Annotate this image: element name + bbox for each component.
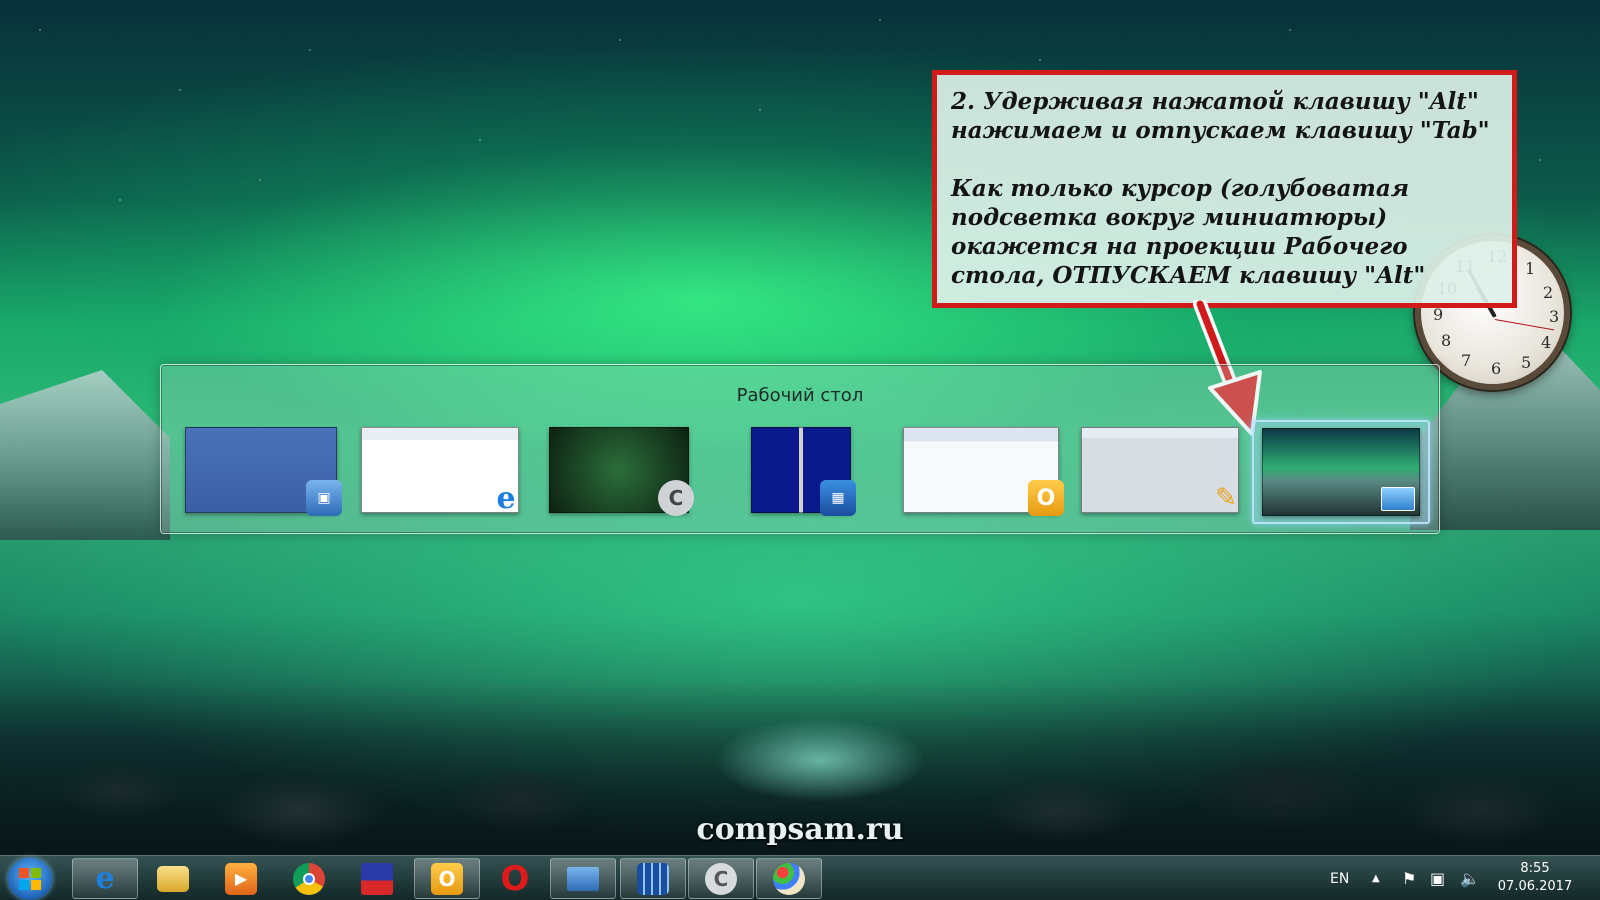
show-desktop-icon bbox=[1381, 487, 1415, 511]
thumbnail-remote-desktop-window[interactable]: ▣ bbox=[185, 427, 342, 516]
taskbar-button-media-player[interactable]: ▶ bbox=[208, 858, 274, 899]
taskbar: e ▶ O O C EN ▲ ⚑ ▣ 🔈 8:55 07.06.2017 bbox=[0, 855, 1600, 900]
taskbar-button-ccleaner[interactable]: C bbox=[688, 858, 754, 899]
clock-number: 7 bbox=[1461, 351, 1472, 370]
thumbnail-desktop-preview[interactable] bbox=[1262, 428, 1420, 516]
chrome-icon bbox=[293, 862, 325, 895]
volume-icon[interactable]: 🔈 bbox=[1460, 856, 1480, 900]
taskbar-button-opera[interactable]: O bbox=[482, 858, 548, 899]
file-manager-icon: ▦ bbox=[820, 480, 856, 516]
remote-desktop-icon: ▣ bbox=[306, 480, 342, 516]
clock-number: 8 bbox=[1441, 331, 1452, 350]
internet-explorer-icon: e bbox=[95, 861, 115, 896]
watermark-text: compsam.ru bbox=[696, 812, 904, 847]
action-center-flag-icon[interactable]: ⚑ bbox=[1402, 856, 1416, 900]
taskbar-time: 8:55 bbox=[1520, 861, 1550, 876]
taskbar-button-total-commander[interactable] bbox=[620, 858, 686, 899]
clock-number: 3 bbox=[1549, 307, 1560, 326]
snowy-mountain-left bbox=[0, 370, 170, 540]
thumbnail-internet-explorer-window[interactable]: e bbox=[361, 427, 519, 516]
language-indicator[interactable]: EN bbox=[1330, 856, 1349, 900]
remote-desktop-icon bbox=[567, 866, 599, 891]
callout-step-text: 2. Удерживая нажатой клавишу "Alt" нажим… bbox=[951, 88, 1490, 144]
paint-icon bbox=[773, 862, 805, 895]
taskbar-button-outlook[interactable]: O bbox=[414, 858, 480, 899]
file-manager-icon bbox=[637, 862, 669, 895]
media-player-icon: ▶ bbox=[225, 862, 257, 895]
folder-icon bbox=[157, 865, 189, 892]
taskbar-button-windows-explorer[interactable] bbox=[140, 858, 206, 899]
clock-number: 2 bbox=[1543, 283, 1554, 302]
taskbar-button-save-utility[interactable] bbox=[344, 858, 410, 899]
clock-second-hand bbox=[1494, 319, 1555, 331]
instruction-callout: 2. Удерживая нажатой клавишу "Alt" нажим… bbox=[932, 70, 1517, 308]
outlook-icon: O bbox=[431, 862, 463, 895]
thumbnail-outlook-window[interactable]: O bbox=[903, 427, 1064, 516]
network-icon[interactable]: ▣ bbox=[1430, 856, 1445, 900]
start-button[interactable] bbox=[8, 858, 52, 900]
thumbnail-ccleaner-window[interactable]: C bbox=[549, 427, 694, 516]
paint-icon: ✎ bbox=[1215, 483, 1237, 513]
opera-icon: O bbox=[500, 858, 530, 899]
outlook-icon: O bbox=[1028, 480, 1064, 516]
taskbar-clock[interactable]: 8:55 07.06.2017 bbox=[1490, 860, 1580, 896]
switcher-title: Рабочий стол bbox=[736, 385, 864, 406]
thumbnail-paint-window[interactable]: ✎ bbox=[1081, 427, 1239, 513]
clock-number: 1 bbox=[1525, 259, 1536, 278]
clock-number: 6 bbox=[1491, 359, 1502, 378]
floppy-disk-icon bbox=[361, 862, 393, 895]
taskbar-date: 07.06.2017 bbox=[1497, 879, 1573, 894]
taskbar-button-paint[interactable] bbox=[756, 858, 822, 899]
alt-tab-switcher: Рабочий стол ▣ e C ▦ O ✎ bbox=[160, 364, 1440, 534]
ccleaner-icon: C bbox=[658, 480, 694, 516]
windows-logo-icon bbox=[19, 868, 41, 890]
taskbar-button-internet-explorer[interactable]: e bbox=[72, 858, 138, 899]
taskbar-button-remote-desktop[interactable] bbox=[550, 858, 616, 899]
clock-number: 5 bbox=[1521, 353, 1532, 372]
internet-explorer-icon: e bbox=[496, 480, 516, 516]
thumbnail-total-commander-window[interactable]: ▦ bbox=[751, 427, 856, 516]
show-hidden-icons-icon[interactable]: ▲ bbox=[1372, 856, 1380, 900]
clock-number: 4 bbox=[1541, 333, 1552, 352]
callout-note-text: Как только курсор (голубоватая подсветка… bbox=[951, 175, 1426, 289]
taskbar-button-chrome[interactable] bbox=[276, 858, 342, 899]
ccleaner-icon: C bbox=[705, 862, 737, 895]
